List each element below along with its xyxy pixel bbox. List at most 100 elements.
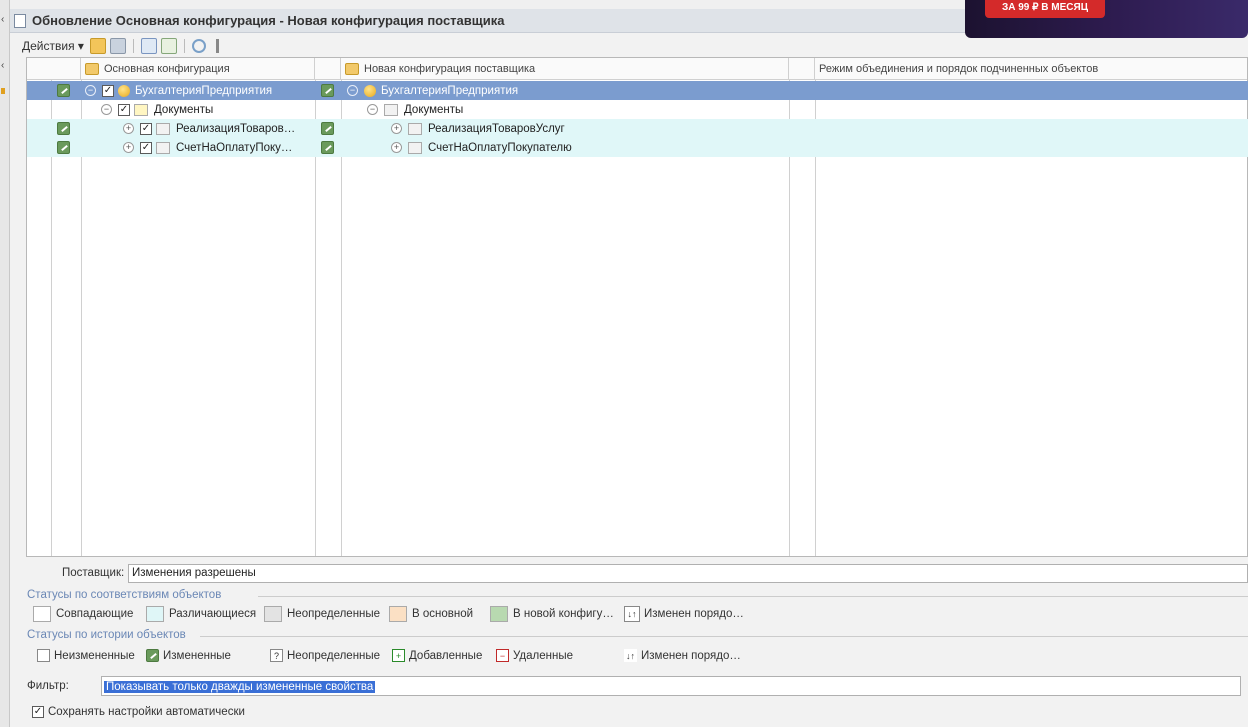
item-main-flag[interactable]: [57, 119, 70, 138]
legend-changed-label: Измененные: [163, 649, 231, 662]
actions-menu-button[interactable]: Действия ▾: [22, 39, 84, 53]
expand-icon[interactable]: +: [391, 123, 402, 134]
folder-icon: [134, 103, 148, 116]
document-icon: [156, 141, 170, 154]
document-icon: [156, 122, 170, 135]
legend-order-label: Изменен порядо…: [644, 608, 744, 620]
collapse-icon[interactable]: −: [101, 104, 112, 115]
legend-order: ↓↑ Изменен порядо…: [624, 606, 744, 622]
col-head-flag: [27, 58, 81, 80]
order-changed-icon: ↓↑: [624, 649, 637, 662]
legend-changed: Измененные: [146, 649, 231, 662]
collapse-icon[interactable]: −: [347, 85, 358, 96]
swatch-new: [490, 606, 508, 622]
legend-same: Совпадающие: [33, 606, 133, 622]
checkbox-icon[interactable]: ✓: [102, 84, 114, 97]
document-icon: [408, 122, 422, 135]
legend-hist-order-label: Изменен порядо…: [641, 649, 741, 662]
refresh-icon[interactable]: [191, 39, 206, 53]
collapse-chevron-icon-2[interactable]: ‹: [1, 60, 4, 71]
legend-deleted-label: Удаленные: [513, 649, 573, 662]
pen-icon: [57, 122, 70, 135]
col-head-vendor-label: Новая конфигурация поставщика: [364, 62, 536, 75]
tree-label-vendor: СчетНаОплатуПокупателю: [428, 141, 572, 154]
open-folder-icon[interactable]: [89, 38, 106, 54]
divider: [258, 596, 1248, 597]
autosave-checkbox[interactable]: ✓ Сохранять настройки автоматически: [32, 706, 245, 718]
legend-unchanged: Неизмененные: [37, 649, 135, 662]
checkbox-icon[interactable]: ✓: [118, 103, 130, 116]
root-main-flag[interactable]: [57, 81, 70, 100]
col-head-mode[interactable]: Режим объединения и порядок подчиненных …: [815, 58, 1247, 80]
supplier-field[interactable]: Изменения разрешены: [128, 564, 1248, 583]
collapse-icon[interactable]: −: [85, 85, 96, 96]
legend-added: + Добавленные: [392, 649, 482, 662]
filter-field[interactable]: Показывать только дважды измененные свой…: [101, 676, 1241, 696]
legend-undef-label: Неопределенные: [287, 608, 381, 620]
checkbox-icon[interactable]: ✓: [140, 141, 152, 154]
item-vendor-flag[interactable]: [321, 138, 334, 157]
toolbar-separator-2: [183, 39, 185, 53]
mark-icon[interactable]: [140, 38, 157, 54]
expand-icon[interactable]: +: [123, 123, 134, 134]
tree-row-item[interactable]: + ✓ РеализацияТоваров… + РеализацияТовар…: [27, 119, 1248, 138]
pen-icon: [57, 141, 70, 154]
pen-icon: [321, 141, 334, 154]
ad-banner-text: ЗА 99 ₽ В МЕСЯЦ: [985, 0, 1105, 18]
status-match-title: Статусы по соответствиям объектов: [27, 589, 222, 601]
expand-icon[interactable]: +: [123, 142, 134, 153]
table-settings-icon[interactable]: [160, 38, 177, 54]
expand-icon[interactable]: +: [391, 142, 402, 153]
pen-icon: [146, 649, 159, 662]
legend-hist-undef-label: Неопределенные: [287, 649, 381, 662]
checkbox-icon[interactable]: ✓: [32, 706, 44, 718]
tree-row-root[interactable]: − ✓ БухгалтерияПредприятия − Бухгалтерия…: [27, 81, 1248, 100]
legend-unchanged-label: Неизмененные: [54, 649, 135, 662]
col-head-main[interactable]: Основная конфигурация: [81, 58, 315, 80]
config-ball-icon: [118, 84, 130, 97]
unchanged-icon: [37, 649, 50, 662]
swatch-diff: [146, 606, 164, 622]
main-config-icon: [85, 62, 99, 75]
tree-label-main: РеализацияТоваров…: [176, 122, 296, 135]
status-history-title: Статусы по истории объектов: [27, 629, 186, 641]
col-head-vendor[interactable]: Новая конфигурация поставщика: [341, 58, 789, 80]
legend-hist-undef: ? Неопределенные: [270, 649, 380, 662]
legend-main-label: В основной: [412, 608, 474, 620]
save-icon[interactable]: [109, 38, 126, 54]
tree-label-vendor: Документы: [404, 103, 464, 116]
pen-icon: [321, 122, 334, 135]
tree-label-vendor: БухгалтерияПредприятия: [381, 84, 519, 97]
left-strip: ‹ ‹: [0, 0, 10, 727]
toolbar: Действия ▾: [22, 36, 226, 56]
collapse-chevron-icon[interactable]: ‹: [1, 14, 4, 25]
tree-row-docs[interactable]: − ✓ Документы − Документы: [27, 100, 1248, 119]
plus-icon: +: [392, 649, 405, 662]
col-head-spacer: [789, 58, 815, 80]
folder-icon: [384, 103, 398, 116]
root-vendor-flag[interactable]: [321, 81, 334, 100]
legend-diff: Различающиеся: [146, 606, 256, 622]
checkbox-icon[interactable]: ✓: [140, 122, 152, 135]
tree-row-item[interactable]: + ✓ СчетНаОплатуПоку… + СчетНаОплатуПоку…: [27, 138, 1248, 157]
vendor-config-icon: [345, 62, 359, 75]
tree-label-main: Документы: [154, 103, 214, 116]
legend-new: В новой конфигу…: [490, 606, 614, 622]
collapse-icon[interactable]: −: [367, 104, 378, 115]
tree-label-main: БухгалтерияПредприятия: [135, 84, 273, 97]
legend-hist-order: ↓↑ Изменен порядо…: [624, 649, 741, 662]
document-icon: [408, 141, 422, 154]
comparison-tree[interactable]: Основная конфигурация Новая конфигурация…: [26, 57, 1248, 557]
tools-icon[interactable]: [209, 38, 226, 54]
order-changed-icon: ↓↑: [624, 606, 640, 622]
pen-icon: [321, 84, 334, 97]
tree-label-main: СчетНаОплатуПоку…: [176, 141, 293, 154]
ad-banner[interactable]: ЗА 99 ₽ В МЕСЯЦ: [965, 0, 1248, 38]
window-title: Обновление Основная конфигурация - Новая…: [32, 13, 505, 28]
item-vendor-flag[interactable]: [321, 119, 334, 138]
item-main-flag[interactable]: [57, 138, 70, 157]
swatch-undef: [264, 606, 282, 622]
col-head-mode-label: Режим объединения и порядок подчиненных …: [819, 62, 1099, 75]
document-icon: [14, 13, 26, 28]
legend-undef: Неопределенные: [264, 606, 380, 622]
